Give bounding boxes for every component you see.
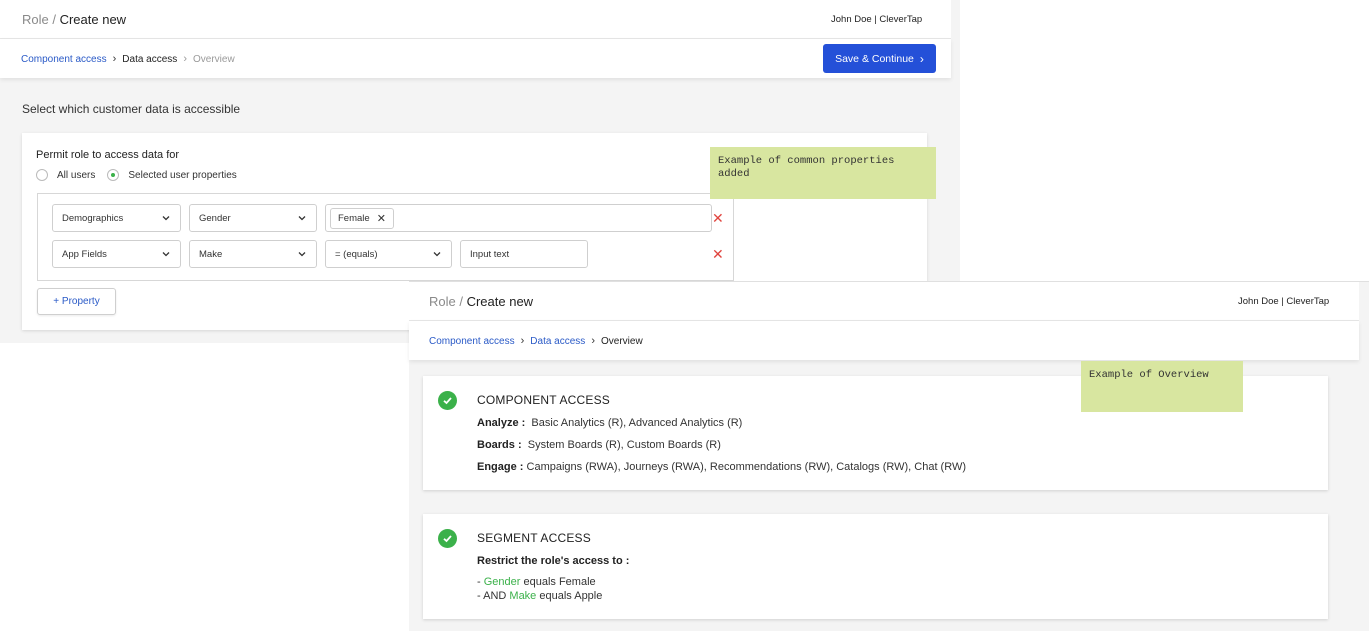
- step-overview[interactable]: Overview: [601, 336, 643, 347]
- note-common-properties: Example of common properties added: [710, 147, 936, 199]
- condition-row: - Gender equals Female: [477, 576, 596, 588]
- check-circle-icon: [438, 391, 457, 410]
- category-select-2-value: App Fields: [62, 248, 107, 260]
- segment-access-heading: SEGMENT ACCESS: [477, 531, 591, 545]
- access-row: Engage : Campaigns (RWA), Journeys (RWA)…: [477, 461, 966, 473]
- value-input-2[interactable]: Input text: [460, 240, 588, 268]
- access-row: Boards : System Boards (R), Custom Board…: [477, 439, 721, 451]
- radio-all-users-label[interactable]: All users: [57, 170, 95, 181]
- section-title: Select which customer data is accessible: [22, 102, 241, 116]
- radio-selected-properties[interactable]: [107, 169, 120, 181]
- condition-row: - AND Make equals Apple: [477, 590, 602, 602]
- overview-screen: Role / Create new John Doe | CleverTap C…: [409, 281, 1369, 631]
- category-select-1[interactable]: Demographics: [52, 204, 181, 232]
- step-breadcrumb: Component access › Data access › Overvie…: [429, 335, 643, 347]
- top-bar: Role / Create new John Doe | CleverTap: [0, 0, 951, 39]
- segment-access-card: SEGMENT ACCESS Restrict the role's acces…: [423, 514, 1328, 619]
- operator-select-2-value: = (equals): [335, 248, 378, 260]
- note-overview: Example of Overview: [1081, 361, 1243, 412]
- user-menu[interactable]: John Doe | CleverTap: [1238, 296, 1329, 307]
- step-overview[interactable]: Overview: [193, 54, 235, 65]
- add-property-button[interactable]: + Property: [37, 288, 116, 315]
- condition-property: Gender: [483, 576, 521, 588]
- chevron-right-icon: ›: [919, 51, 924, 66]
- category-select-2[interactable]: App Fields: [52, 240, 181, 268]
- condition-prefix: - AND: [477, 590, 510, 602]
- step-nav: Component access › Data access › Overvie…: [409, 321, 1359, 360]
- property-select-1[interactable]: Gender: [189, 204, 317, 232]
- chevron-down-icon: [298, 252, 306, 257]
- step-nav: Component access › Data access › Overvie…: [0, 39, 951, 78]
- access-row-label: Analyze :: [477, 417, 526, 429]
- role-breadcrumb[interactable]: Role /: [429, 294, 463, 309]
- property-select-1-value: Gender: [199, 212, 231, 224]
- top-bar: Role / Create new John Doe | CleverTap: [409, 282, 1359, 321]
- chevron-right-icon: ›: [591, 335, 595, 347]
- access-row-value: System Boards (R), Custom Boards (R): [527, 439, 721, 451]
- access-radio-group: All users Selected user properties: [36, 169, 249, 181]
- step-breadcrumb: Component access › Data access › Overvie…: [21, 53, 235, 65]
- step-data-access[interactable]: Data access: [530, 336, 585, 347]
- remove-rule-1-icon[interactable]: ✕: [712, 211, 724, 225]
- component-access-heading: COMPONENT ACCESS: [477, 393, 611, 407]
- condition-rest: equals Female: [520, 576, 596, 588]
- value-multiselect-1[interactable]: Female ✕: [325, 204, 712, 232]
- access-row-value: Basic Analytics (R), Advanced Analytics …: [531, 417, 743, 429]
- check-circle-icon: [438, 529, 457, 548]
- chevron-down-icon: [162, 216, 170, 221]
- access-row-label: Engage :: [477, 461, 524, 473]
- page-title: Role / Create new: [429, 294, 533, 309]
- value-input-2-placeholder: Input text: [470, 248, 510, 260]
- access-row-value: Campaigns (RWA), Journeys (RWA), Recomme…: [526, 461, 967, 473]
- condition-rest: equals Apple: [536, 590, 603, 602]
- radio-selected-properties-label[interactable]: Selected user properties: [128, 170, 236, 181]
- radio-all-users[interactable]: [36, 169, 48, 181]
- operator-select-2[interactable]: = (equals): [325, 240, 452, 268]
- save-continue-label: Save & Continue: [835, 52, 914, 65]
- step-data-access[interactable]: Data access: [122, 54, 177, 65]
- step-component-access[interactable]: Component access: [21, 54, 107, 65]
- user-menu[interactable]: John Doe | CleverTap: [831, 14, 922, 25]
- close-icon[interactable]: ✕: [377, 212, 386, 225]
- chevron-down-icon: [162, 252, 170, 257]
- chevron-right-icon: ›: [520, 335, 525, 347]
- property-select-2-value: Make: [199, 248, 223, 260]
- condition-property: Make: [509, 590, 537, 602]
- value-chip: Female ✕: [330, 207, 394, 229]
- role-breadcrumb[interactable]: Role /: [22, 12, 56, 27]
- page-title-text: Create new: [466, 294, 534, 309]
- value-chip-label: Female: [338, 212, 370, 224]
- step-component-access[interactable]: Component access: [429, 336, 515, 347]
- chevron-right-icon: ›: [112, 53, 117, 65]
- access-row: Analyze : Basic Analytics (R), Advanced …: [477, 417, 742, 429]
- chevron-down-icon: [298, 216, 306, 221]
- page-title: Role / Create new: [22, 12, 126, 27]
- category-select-1-value: Demographics: [62, 212, 124, 224]
- remove-rule-2-icon[interactable]: ✕: [712, 247, 724, 261]
- access-row-label: Boards :: [477, 439, 522, 451]
- save-continue-button[interactable]: Save & Continue ›: [823, 44, 936, 73]
- permit-label: Permit role to access data for: [36, 149, 180, 161]
- restrict-label: Restrict the role's access to :: [477, 555, 629, 567]
- chevron-down-icon: [433, 252, 441, 257]
- condition-prefix: -: [477, 576, 484, 588]
- property-select-2[interactable]: Make: [189, 240, 317, 268]
- chevron-right-icon: ›: [183, 53, 187, 65]
- page-title-text: Create new: [59, 12, 127, 27]
- restrict-label-text: Restrict the role's access to :: [477, 555, 630, 567]
